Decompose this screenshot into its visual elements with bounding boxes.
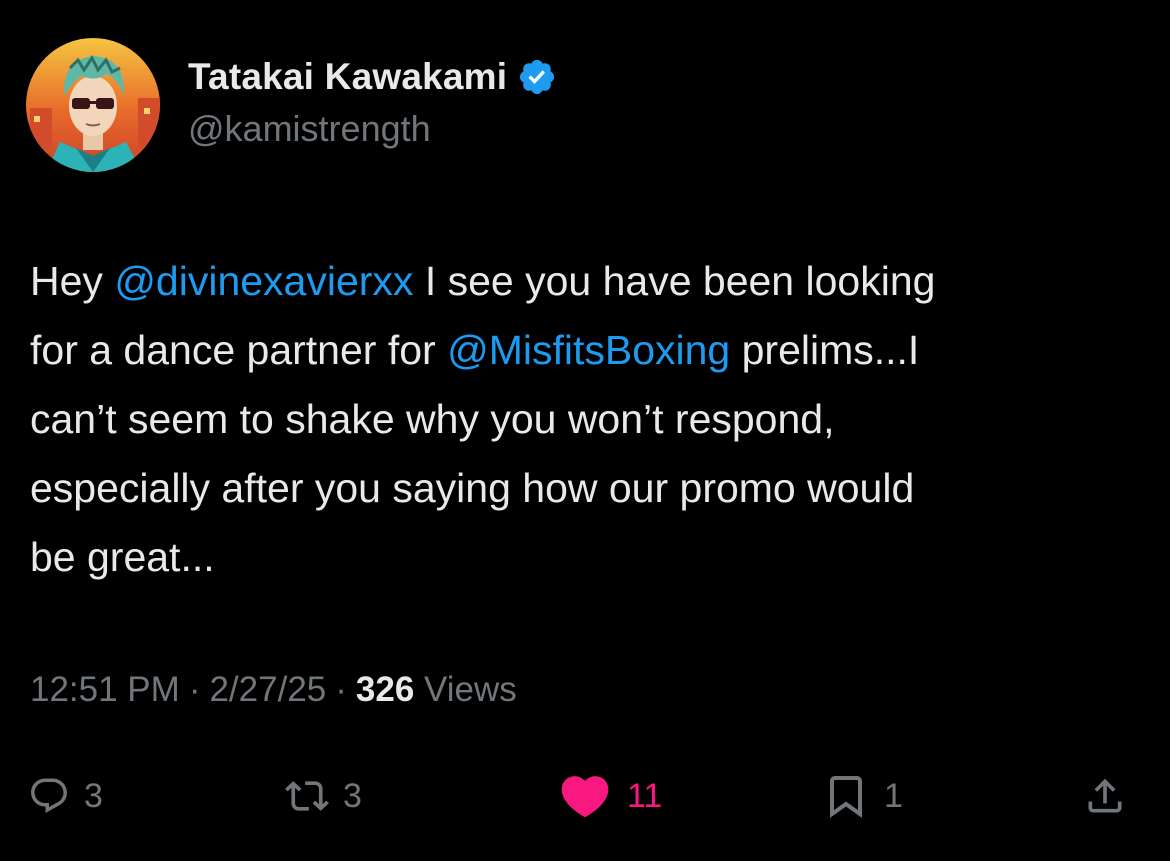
share-button[interactable] <box>1083 768 1141 824</box>
retweet-button[interactable]: 3 <box>285 768 362 824</box>
heart-icon <box>557 768 613 824</box>
author-display-name[interactable]: Tatakai Kawakami <box>188 56 507 98</box>
reply-count: 3 <box>84 776 103 815</box>
reply-button[interactable]: 3 <box>28 768 103 824</box>
avatar[interactable] <box>26 38 160 172</box>
tweet-time[interactable]: 12:51 PM <box>30 670 180 709</box>
tweet-text-segment: can’t seem to shake why you won’t respon… <box>30 396 835 442</box>
mention-link[interactable]: @divinexavierxx <box>114 258 413 304</box>
tweet: Tatakai Kawakami @kamistrength Hey @divi… <box>0 0 1170 861</box>
tweet-text-line: be great... <box>30 523 1145 592</box>
verified-badge-icon <box>517 57 557 97</box>
reply-icon <box>28 775 70 817</box>
author-handle[interactable]: @kamistrength <box>188 108 431 150</box>
tweet-text-segment: prelims...I <box>730 327 920 373</box>
avatar-illustration-icon <box>26 38 160 172</box>
views-count: 326 <box>355 670 415 709</box>
mention-link[interactable]: @MisfitsBoxing <box>447 327 730 373</box>
views-label: Views <box>424 670 517 709</box>
tweet-text-line: Hey @divinexavierxx I see you have been … <box>30 247 1145 316</box>
bookmark-icon <box>822 770 870 822</box>
tweet-text-line: especially after you saying how our prom… <box>30 454 1145 523</box>
meta-separator: · <box>335 670 347 709</box>
tweet-text-segment: for a dance partner for <box>30 327 448 373</box>
tweet-meta: 12:51 PM · 2/27/25 · 326 Views <box>30 670 517 710</box>
tweet-text-line: for a dance partner for @MisfitsBoxing p… <box>30 316 1145 385</box>
bookmark-count: 1 <box>884 776 903 815</box>
tweet-text: Hey @divinexavierxx I see you have been … <box>30 247 1145 592</box>
share-icon <box>1083 774 1127 818</box>
tweet-text-segment: be great... <box>30 534 215 580</box>
tweet-text-segment: Hey <box>30 258 115 304</box>
retweet-icon <box>285 774 329 818</box>
tweet-text-segment: especially after you saying how our prom… <box>30 465 915 511</box>
tweet-text-line: can’t seem to shake why you won’t respon… <box>30 385 1145 454</box>
meta-separator: · <box>188 670 201 709</box>
retweet-count: 3 <box>343 776 362 815</box>
like-button[interactable]: 11 <box>557 768 662 824</box>
bookmark-button[interactable]: 1 <box>822 768 903 824</box>
author-name-row: Tatakai Kawakami <box>188 52 557 102</box>
tweet-date[interactable]: 2/27/25 <box>209 670 326 709</box>
like-count: 11 <box>627 776 663 815</box>
tweet-text-segment: I see you have been looking <box>413 258 936 304</box>
